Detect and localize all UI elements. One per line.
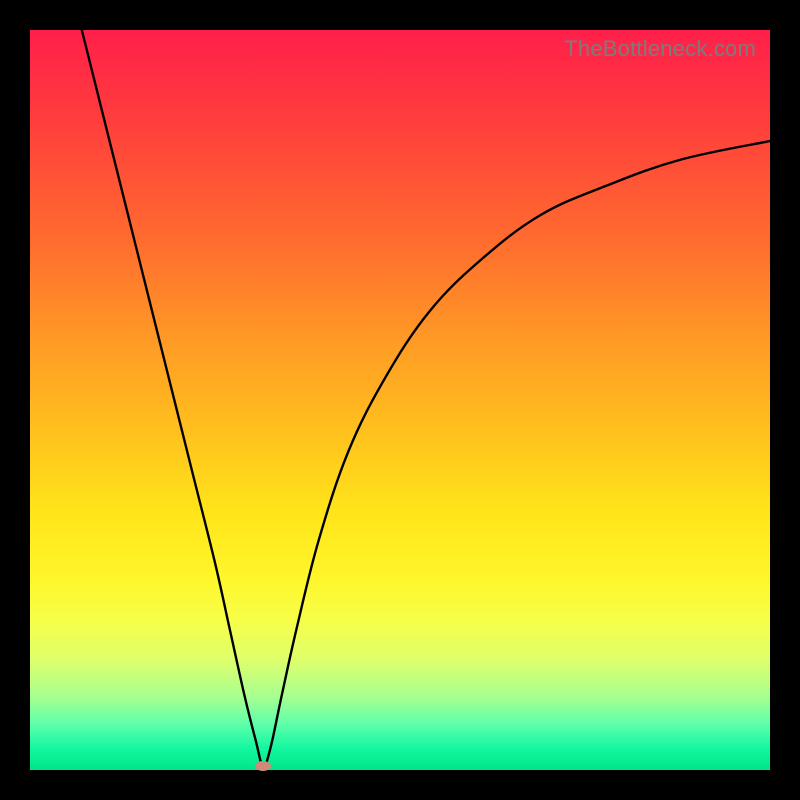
- chart-frame: TheBottleneck.com: [0, 0, 800, 800]
- watermark-text: TheBottleneck.com: [564, 36, 756, 62]
- plot-area: TheBottleneck.com: [30, 30, 770, 770]
- minimum-marker: [255, 761, 271, 771]
- bottleneck-curve: [30, 30, 770, 770]
